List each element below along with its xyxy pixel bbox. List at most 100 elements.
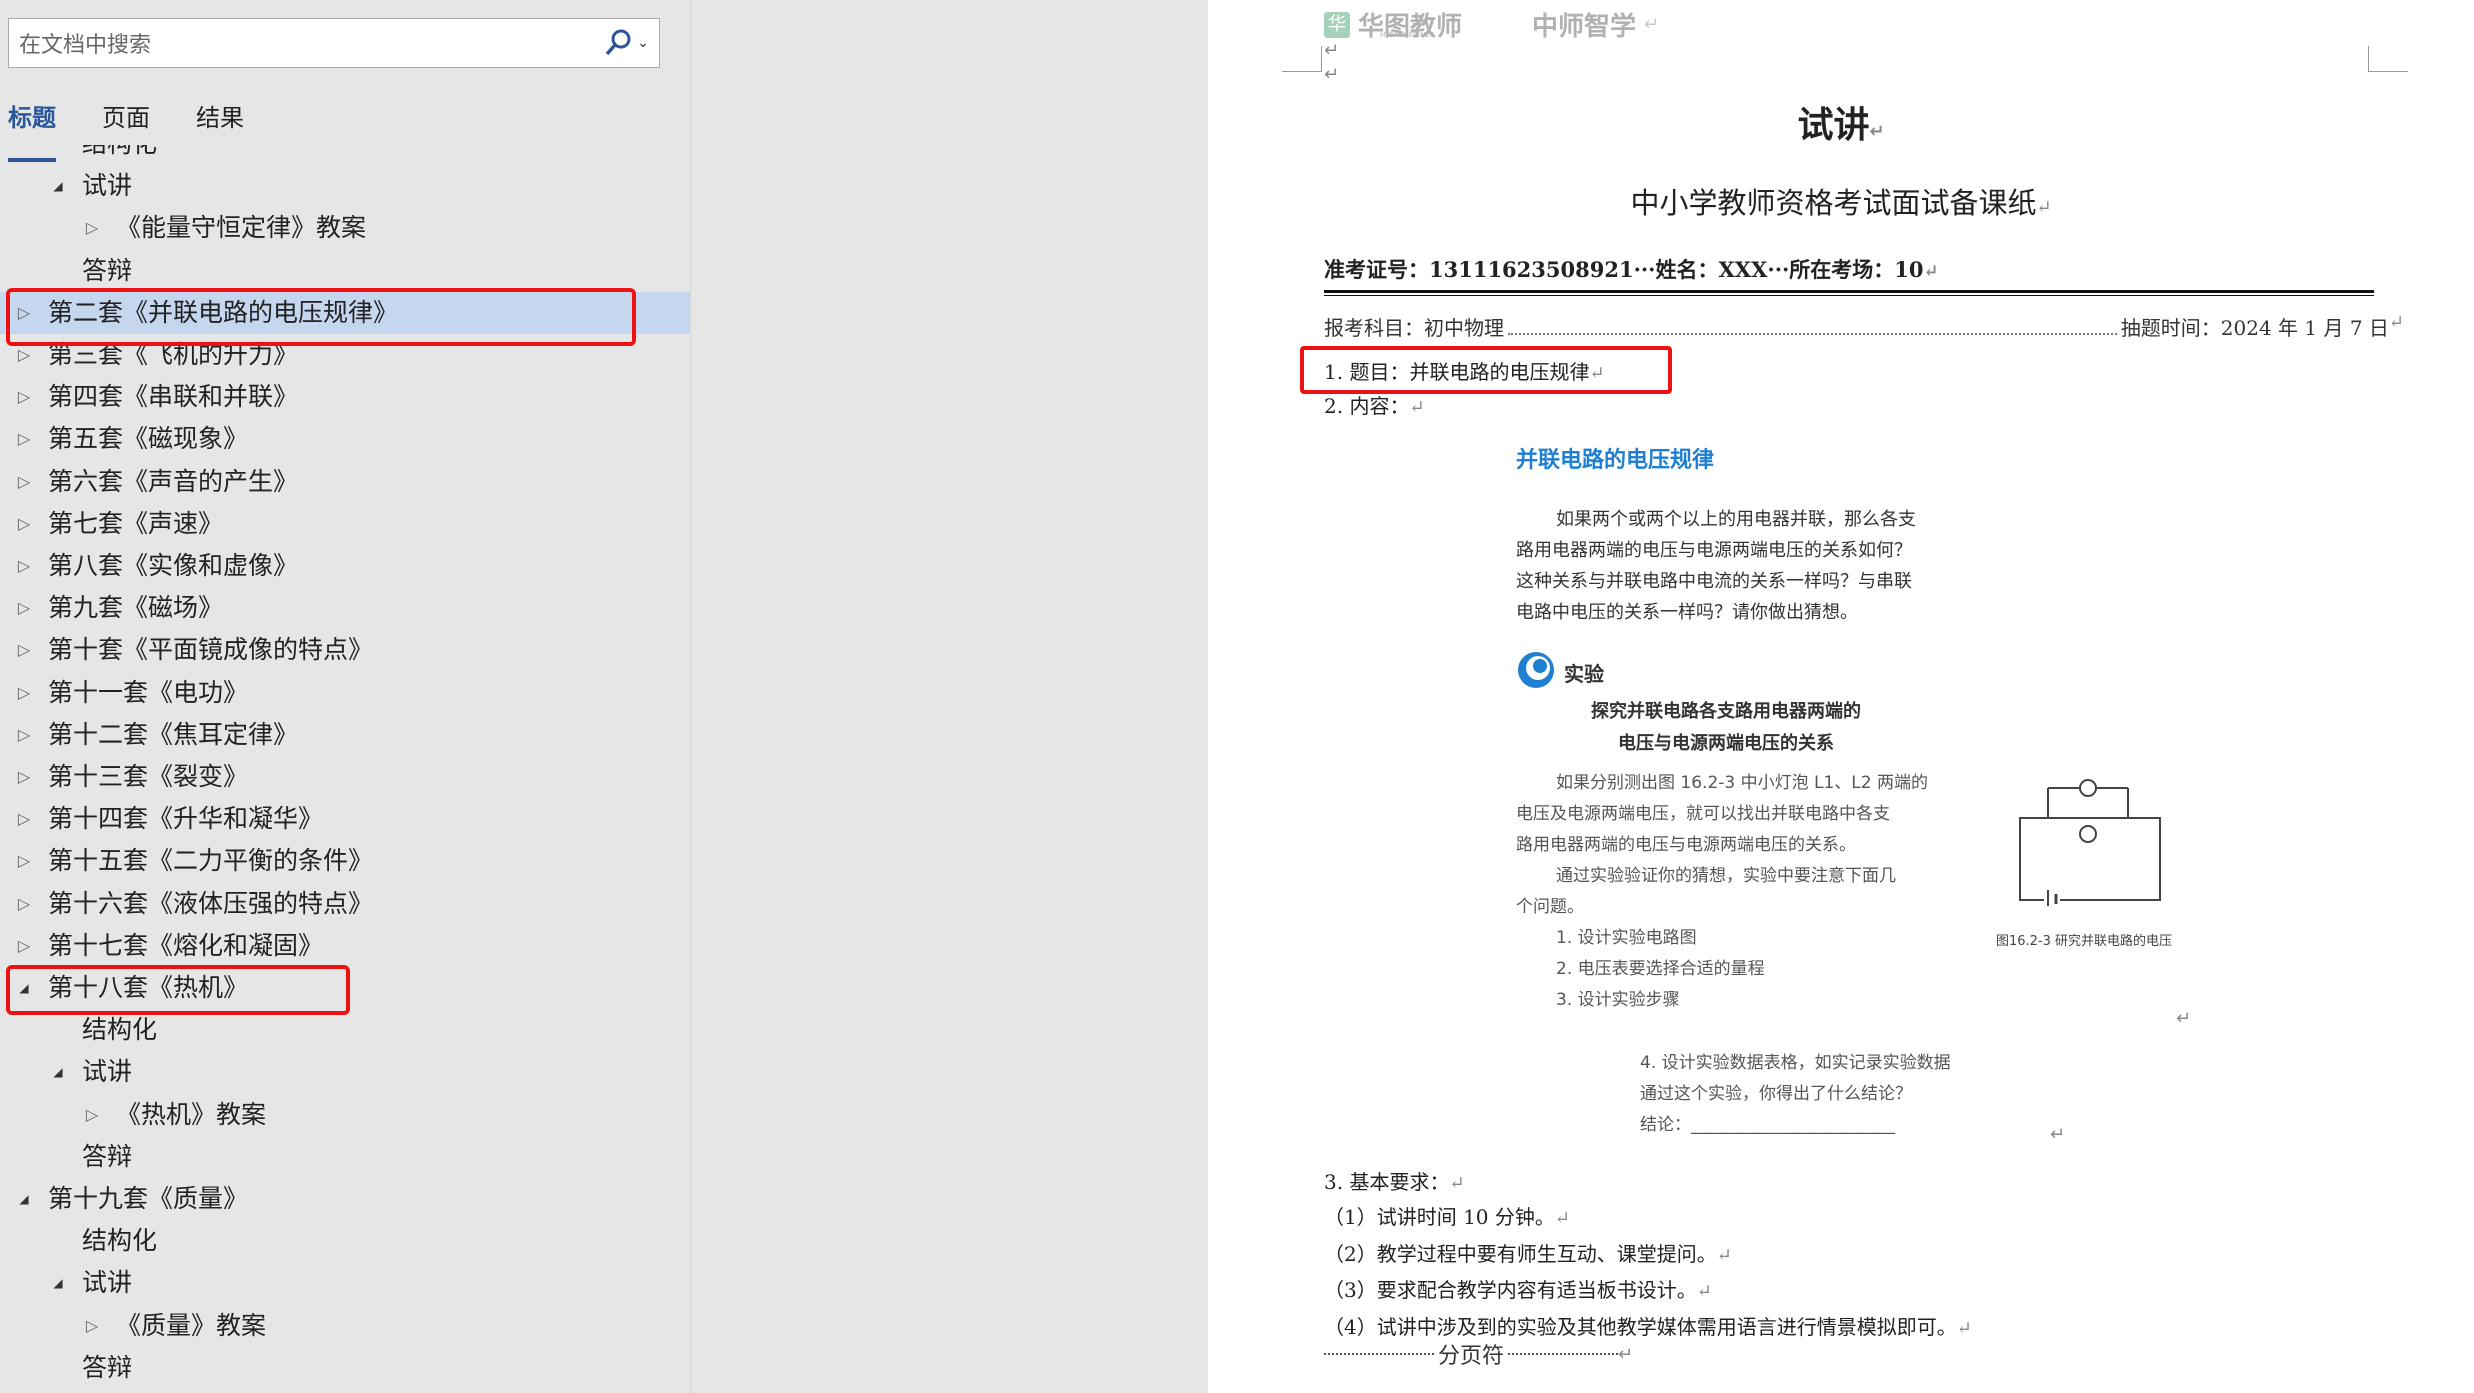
candidate-info: 准考证号：13111623508921···姓名：XXX···所在考场：10↵ — [1324, 254, 1939, 284]
expand-arrow-icon[interactable]: ▷ — [82, 1305, 102, 1347]
tree-item[interactable]: ▷ 第十一套《电功》 — [0, 672, 690, 714]
tree-item-label: 第十六套《液体压强的特点》 — [48, 888, 374, 918]
tree-item[interactable]: ▷ 第十套《平面镜成像的特点》 — [0, 629, 690, 671]
experiment-paragraph: 如果分别测出图 16.2-3 中小灯泡 L1、L2 两端的 电压及电源两端电压，… — [1516, 768, 1928, 1016]
document-background — [690, 0, 1208, 1393]
requirement-text: （3）要求配合教学内容有适当板书设计。 — [1324, 1278, 1697, 1302]
expand-arrow-icon[interactable]: ▷ — [14, 376, 34, 418]
navigation-pane: 在文档中搜索 ⌄ 标题 页面 结果 结构化◢试讲▷《能量守恒定律》教案答辩▷第二… — [0, 0, 690, 1393]
tree-item-label: 结构化 — [82, 1226, 158, 1256]
experiment-line: 路用电器两端的电压与电源两端电压的关系。 — [1516, 835, 1856, 855]
search-input[interactable]: 在文档中搜索 ⌄ — [8, 18, 660, 68]
tree-item-label: 答辩 — [82, 255, 133, 285]
tree-item[interactable]: ▷ 第十七套《熔化和凝固》 — [0, 925, 690, 967]
paragraph-mark: ↵ — [1644, 14, 1660, 35]
tree-item[interactable]: ▷ 《能量守恒定律》教案 — [0, 207, 690, 249]
tree-item-label: 第十四套《升华和凝华》 — [48, 804, 324, 834]
expand-arrow-icon[interactable]: ▷ — [14, 756, 34, 798]
textbook-image: 并联电路的电压规律 如果两个或两个以上的用电器并联，那么各支 路用电器两端的电压… — [1508, 430, 2208, 1010]
collapse-arrow-icon[interactable]: ◢ — [14, 1178, 34, 1220]
tree-item[interactable]: ◢ 试讲 — [0, 165, 690, 207]
tree-item-label: 第五套《磁现象》 — [48, 424, 249, 454]
logo-icon: 华 — [1324, 11, 1350, 38]
expand-arrow-icon[interactable]: ▷ — [82, 1094, 102, 1136]
doc-subtitle: 中小学教师资格考试面试备课纸↵ — [1208, 180, 2474, 222]
tree-item[interactable]: 答辩 — [0, 1347, 690, 1389]
tree-item-label: 第十七套《熔化和凝固》 — [48, 930, 324, 960]
tree-item[interactable]: ▷ 第十四套《升华和凝华》 — [0, 798, 690, 840]
tree-item-label: 第十一套《电功》 — [48, 677, 249, 707]
item3-text: 3. 基本要求： — [1324, 1170, 1450, 1194]
tree-item[interactable]: 答辩 — [0, 250, 690, 292]
tree-item[interactable]: ▷ 第五套《磁现象》 — [0, 418, 690, 460]
tree-item[interactable]: ▷ 第十三套《裂变》 — [0, 756, 690, 798]
tree-item-label: 第四套《串联和并联》 — [48, 382, 299, 412]
tree-item[interactable]: ▷ 《质量》教案 — [0, 1305, 690, 1347]
tree-item-label: 第十套《平面镜成像的特点》 — [48, 635, 374, 665]
tree-item[interactable]: ▷ 第十五套《二力平衡的条件》 — [0, 840, 690, 882]
expand-arrow-icon[interactable]: ▷ — [14, 587, 34, 629]
step4-line: 4. 设计实验数据表格，如实记录实验数据 — [1640, 1053, 1951, 1073]
expand-arrow-icon[interactable]: ▷ — [14, 714, 34, 756]
expand-arrow-icon[interactable]: ▷ — [14, 545, 34, 587]
requirement-item: （3）要求配合教学内容有适当板书设计。↵ — [1324, 1273, 1972, 1310]
step4-image: 4. 设计实验数据表格，如实记录实验数据 通过这个实验，你得出了什么结论？ 结论… — [1640, 1048, 2060, 1148]
search-placeholder: 在文档中搜索 — [19, 33, 152, 58]
doc-title-text: 试讲 — [1797, 105, 1870, 146]
tree-item-label: 第八套《实像和虚像》 — [48, 551, 299, 580]
paragraph-mark: ↵ — [1554, 1208, 1570, 1229]
experiment-title: 探究并联电路各支路用电器两端的 电压与电源两端电压的关系 — [1516, 696, 1936, 760]
tree-item[interactable]: ▷ 第七套《声速》 — [0, 503, 690, 545]
tree-item[interactable]: ▷ 第四套《串联和并联》 — [0, 376, 690, 418]
expand-arrow-icon[interactable]: ▷ — [14, 798, 34, 840]
experiment-step: 3. 设计实验步骤 — [1556, 990, 1680, 1010]
collapse-arrow-icon[interactable]: ◢ — [48, 165, 68, 207]
tree-item[interactable]: 结构化 — [0, 145, 690, 165]
expand-arrow-icon[interactable]: ▷ — [14, 418, 34, 460]
tree-item[interactable]: ▷ 第六套《声音的产生》 — [0, 461, 690, 503]
tree-item-label: 第十五套《二力平衡的条件》 — [48, 846, 374, 876]
paragraph-mark: ↵ — [1869, 121, 1885, 142]
expand-arrow-icon[interactable]: ▷ — [14, 883, 34, 925]
item3: 3. 基本要求：↵ — [1324, 1166, 1465, 1195]
doc-title: 试讲↵ — [1208, 96, 2474, 148]
experiment-header: 实验 — [1516, 650, 1604, 694]
tree-item[interactable]: 结构化 — [0, 1220, 690, 1262]
expand-arrow-icon[interactable]: ▷ — [14, 503, 34, 545]
tree-item-label: 试讲 — [82, 1057, 133, 1087]
expand-arrow-icon[interactable]: ▷ — [14, 672, 34, 714]
step4-line: 结论：________________________ — [1640, 1115, 1895, 1135]
tree-item-label: 试讲 — [82, 171, 133, 201]
requirement-item: （2）教学过程中要有师生互动、课堂提问。↵ — [1324, 1237, 1972, 1274]
textbook-line: 这种关系与并联电路中电流的关系一样吗？与串联 — [1516, 571, 1912, 592]
tree-item[interactable]: 答辩 — [0, 1136, 690, 1178]
expand-arrow-icon[interactable]: ▷ — [14, 925, 34, 967]
chevron-down-icon[interactable]: ⌄ — [637, 35, 649, 51]
requirement-text: （4）试讲中涉及到的实验及其他教学媒体需用语言进行情景模拟即可。 — [1324, 1314, 1957, 1339]
experiment-line: 电压及电源两端电压，就可以找出并联电路中各支 — [1516, 804, 1890, 824]
collapse-arrow-icon[interactable]: ◢ — [48, 1262, 68, 1304]
page-break-dash — [1324, 1353, 1434, 1355]
item2: 2. 内容：↵ — [1324, 390, 1425, 419]
tree-item[interactable]: ▷ 第九套《磁场》 — [0, 587, 690, 629]
collapse-arrow-icon[interactable]: ◢ — [48, 1051, 68, 1093]
experiment-step: 1. 设计实验电路图 — [1556, 928, 1697, 948]
expand-arrow-icon[interactable]: ▷ — [82, 207, 102, 249]
requirement-text: （2）教学过程中要有师生互动、课堂提问。 — [1324, 1241, 1717, 1266]
tree-item[interactable]: ▷ 《热机》教案 — [0, 1094, 690, 1136]
tree-item[interactable]: ▷ 第十六套《液体压强的特点》 — [0, 883, 690, 925]
tree-item[interactable]: 结构化 — [0, 1009, 690, 1051]
tree-item[interactable]: ▷ 第十二套《焦耳定律》 — [0, 714, 690, 756]
requirement-text: （1）试讲时间 10 分钟。 — [1324, 1205, 1555, 1229]
paragraph-mark: ↵ — [2050, 1124, 2066, 1145]
tree-item[interactable]: ◢ 试讲 — [0, 1262, 690, 1304]
tree-item[interactable]: ◢ 第十九套《质量》 — [0, 1178, 690, 1220]
paragraph-mark: ↵ — [1716, 1244, 1732, 1266]
tree-item[interactable]: ▷ 第八套《实像和虚像》 — [0, 545, 690, 587]
document-page[interactable]: 华 华图教师 HTEACHER.NET 中师智学 ↵ ↵ ↵ 试讲↵ 中小学教师… — [1208, 0, 2474, 1393]
expand-arrow-icon[interactable]: ▷ — [14, 840, 34, 882]
tree-item[interactable]: ◢ 试讲 — [0, 1051, 690, 1093]
expand-arrow-icon[interactable]: ▷ — [14, 461, 34, 503]
expand-arrow-icon[interactable]: ▷ — [14, 629, 34, 671]
search-icon[interactable] — [603, 27, 635, 59]
